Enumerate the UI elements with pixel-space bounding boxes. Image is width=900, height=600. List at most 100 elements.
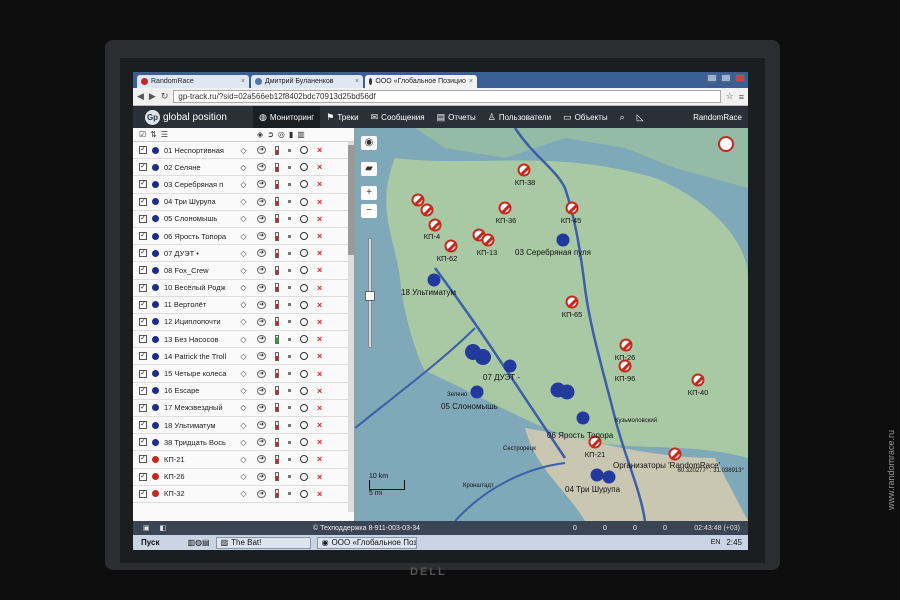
unit-row[interactable]: ✓ 13 Без Насосов ◇ ➜ × (133, 331, 354, 349)
clock-icon[interactable] (300, 421, 308, 430)
unit-checkbox[interactable]: ✓ (139, 180, 147, 189)
locate-icon[interactable]: ◇ (239, 163, 248, 172)
list-icon[interactable]: ☰ (161, 130, 168, 139)
clock-icon[interactable] (300, 180, 308, 189)
command-icon[interactable]: ➜ (257, 489, 266, 498)
command-icon[interactable]: ➜ (257, 421, 266, 430)
unit-row[interactable]: ✓ 01 Неспортивная ◇ ➜ × (133, 142, 354, 160)
delete-icon[interactable]: × (317, 369, 322, 379)
unit-checkbox[interactable]: ✓ (139, 146, 147, 155)
locate-icon[interactable]: ◇ (239, 300, 248, 309)
nav-monitoring[interactable]: ◍ Мониторинг (253, 106, 321, 128)
delete-icon[interactable]: × (317, 317, 322, 327)
clock-icon[interactable] (300, 146, 308, 155)
checkpoint-marker[interactable] (481, 233, 495, 247)
team-marker[interactable] (559, 384, 575, 400)
zoom-out-button[interactable]: − (361, 204, 377, 218)
command-icon[interactable]: ➜ (257, 197, 266, 206)
command-icon[interactable]: ➜ (257, 335, 266, 344)
delete-icon[interactable]: × (317, 489, 322, 499)
scroll-thumb[interactable] (348, 145, 354, 255)
clock-icon[interactable] (300, 300, 308, 309)
clock-icon[interactable] (300, 283, 308, 292)
unit-checkbox[interactable]: ✓ (139, 197, 147, 206)
command-icon[interactable]: ➜ (257, 455, 266, 464)
sort-icon[interactable]: ⇅ (150, 130, 157, 139)
command-icon[interactable]: ➜ (257, 180, 266, 189)
command-icon[interactable]: ➜ (257, 352, 266, 361)
checkpoint-marker[interactable] (618, 359, 632, 373)
delete-icon[interactable]: × (317, 334, 322, 344)
command-icon[interactable]: ➜ (257, 369, 266, 378)
checkpoint-marker[interactable] (565, 295, 579, 309)
locate-icon[interactable]: ◇ (239, 249, 248, 258)
unit-checkbox[interactable]: ✓ (139, 300, 147, 309)
command-icon[interactable]: ➜ (257, 232, 266, 241)
select-all-checkbox[interactable]: ☑ (139, 130, 146, 139)
locate-icon[interactable]: ◇ (239, 403, 248, 412)
unit-row[interactable]: ✓ 08 Fox_Crew ◇ ➜ × (133, 262, 354, 280)
unit-checkbox[interactable]: ✓ (139, 386, 147, 395)
team-marker[interactable] (590, 468, 604, 482)
locate-icon[interactable]: ◇ (239, 489, 248, 498)
zoom-slider-handle[interactable] (365, 291, 375, 301)
command-icon[interactable]: ➜ (257, 403, 266, 412)
delete-icon[interactable]: × (317, 454, 322, 464)
checkpoint-marker[interactable] (498, 201, 512, 215)
url-field[interactable]: gp-track.ru/?sid=02a566eb12f8402bdc70913… (173, 90, 721, 103)
unit-checkbox[interactable]: ✓ (139, 232, 147, 241)
user-menu[interactable]: RandomRace (693, 113, 748, 122)
delete-icon[interactable]: × (317, 179, 322, 189)
unit-row[interactable]: ✓ 15 Четыре колеса ◇ ➜ × (133, 365, 354, 383)
command-icon[interactable]: ➜ (257, 300, 266, 309)
clock-icon[interactable] (300, 232, 308, 241)
unit-checkbox[interactable]: ✓ (139, 249, 147, 258)
checkpoint-marker[interactable] (619, 338, 633, 352)
clock-icon[interactable] (300, 163, 308, 172)
team-marker[interactable] (556, 233, 570, 247)
locate-icon[interactable]: ◇ (239, 455, 248, 464)
delete-icon[interactable]: × (317, 162, 322, 172)
close-window-button[interactable] (735, 74, 745, 82)
nav-objects[interactable]: ▭ Объекты (557, 106, 614, 128)
locate-icon[interactable]: ◇ (239, 438, 248, 447)
nav-tracks[interactable]: ⚑ Треки (320, 106, 364, 128)
clock-icon[interactable] (300, 214, 308, 223)
locate-icon[interactable]: ◇ (239, 197, 248, 206)
unit-checkbox[interactable]: ✓ (139, 421, 147, 430)
unit-checkbox[interactable]: ✓ (139, 335, 147, 344)
measure-button[interactable]: ◺ (631, 106, 650, 128)
locate-icon[interactable]: ◇ (239, 283, 248, 292)
command-icon[interactable]: ➜ (257, 438, 266, 447)
clock-icon[interactable] (300, 403, 308, 412)
delete-icon[interactable]: × (317, 214, 322, 224)
star-icon[interactable]: ☆ (726, 91, 734, 102)
map-view[interactable]: ◉ ▰ + − КП-38 КП-36 КП-45 КП-4 КП-62 КП-… (355, 128, 748, 521)
list-scrollbar[interactable] (348, 142, 354, 512)
delete-icon[interactable]: × (317, 386, 322, 396)
delete-icon[interactable]: × (317, 265, 322, 275)
checkpoint-marker[interactable] (420, 203, 434, 217)
team-marker[interactable] (576, 411, 590, 425)
unit-row[interactable]: ✓ 10 Весёлый Родж ◇ ➜ × (133, 280, 354, 297)
delete-icon[interactable]: × (317, 231, 322, 241)
delete-icon[interactable]: × (317, 248, 322, 258)
unit-checkbox[interactable]: ✓ (139, 472, 147, 481)
unit-checkbox[interactable]: ✓ (139, 266, 147, 275)
locate-icon[interactable]: ◈ (257, 130, 263, 139)
clock-icon[interactable] (300, 438, 308, 447)
search-button[interactable]: ⌕ (614, 106, 631, 128)
messages-map-button[interactable]: ▰ (361, 162, 377, 176)
clock-icon[interactable] (300, 386, 308, 395)
unit-checkbox[interactable]: ✓ (139, 214, 147, 223)
unit-row[interactable]: ✓ 05 Слономышь ◇ ➜ × (133, 211, 354, 228)
quicklaunch-icon[interactable]: ◍ (195, 538, 202, 547)
clock-icon[interactable] (300, 266, 308, 275)
checkpoint-marker[interactable] (668, 447, 682, 461)
clock-icon[interactable] (300, 455, 308, 464)
team-marker[interactable] (475, 349, 491, 365)
command-icon[interactable]: ➜ (257, 317, 266, 326)
command-icon[interactable]: ➜ (257, 266, 266, 275)
unit-row[interactable]: ✓ КП-26 ◇ ➜ × (133, 469, 354, 486)
delete-icon[interactable]: × (317, 145, 322, 155)
